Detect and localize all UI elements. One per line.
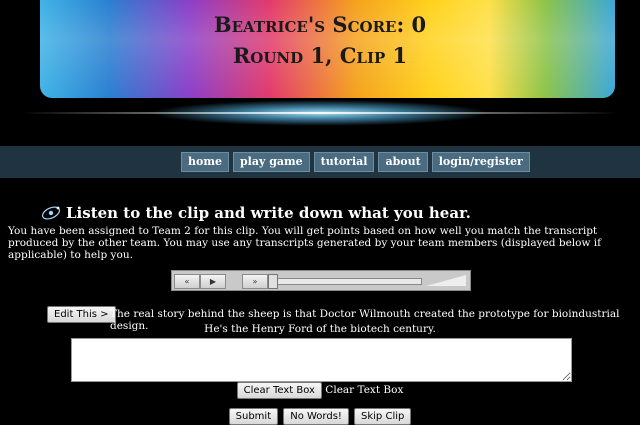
score-title: Beatrice's Score: 0 <box>213 12 427 37</box>
edit-this-button[interactable]: Edit This > <box>47 306 116 323</box>
nav-about[interactable]: about <box>378 152 428 172</box>
audio-player: « ▶ » <box>171 270 471 291</box>
transcript-line-2: He's the Henry Ford of the biotech centu… <box>204 323 436 335</box>
no-words-button[interactable]: No Words! <box>283 408 349 425</box>
orbit-icon <box>41 206 61 220</box>
fast-forward-button[interactable]: » <box>242 274 268 289</box>
instructions-text: You have been assigned to Team 2 for thi… <box>8 225 602 261</box>
play-button[interactable]: ▶ <box>200 274 226 289</box>
progress-handle[interactable] <box>268 274 278 289</box>
nav-tutorial[interactable]: tutorial <box>313 152 375 172</box>
instructions-heading: Listen to the clip and write down what y… <box>66 204 471 222</box>
volume-slider[interactable] <box>426 275 466 286</box>
nav-menu: home play game tutorial about login/regi… <box>181 152 530 172</box>
header-banner: Beatrice's Score: 0 Round 1, Clip 1 <box>0 0 640 145</box>
progress-track[interactable] <box>270 278 422 285</box>
round-title: Round 1, Clip 1 <box>232 43 408 68</box>
clear-row: Clear Text Box Clear Text Box <box>0 382 640 399</box>
skip-clip-button[interactable]: Skip Clip <box>354 408 412 425</box>
submit-button[interactable]: Submit <box>228 408 279 425</box>
action-buttons: Submit No Words! Skip Clip <box>0 404 640 425</box>
nav-play-game[interactable]: play game <box>232 152 310 172</box>
banner-light-line <box>20 112 620 114</box>
transcript-input[interactable] <box>71 338 572 382</box>
instructions-heading-row: Listen to the clip and write down what y… <box>40 204 471 222</box>
nav-login-register[interactable]: login/register <box>431 152 530 172</box>
clear-text-box-button[interactable]: Clear Text Box <box>236 382 322 399</box>
rewind-button[interactable]: « <box>174 274 200 289</box>
nav-home[interactable]: home <box>181 152 229 172</box>
clear-text-box-label: Clear Text Box <box>325 384 404 396</box>
